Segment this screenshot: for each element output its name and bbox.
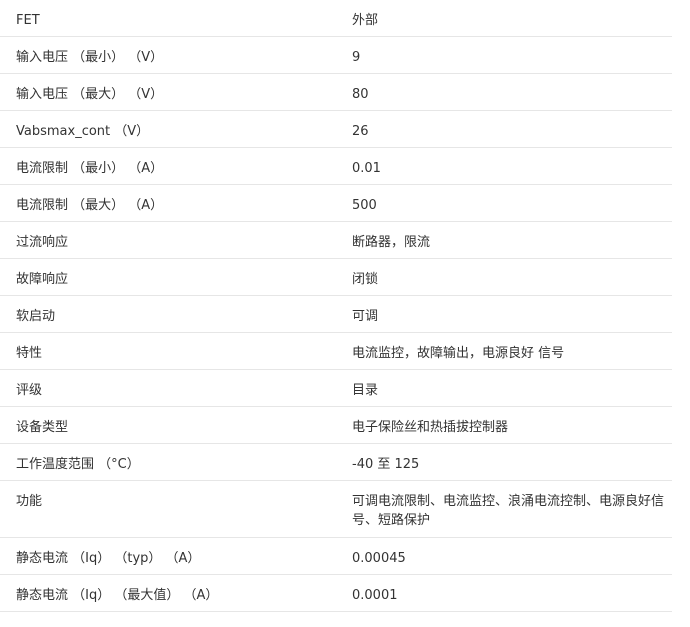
table-row: 设备类型 电子保险丝和热插拔控制器	[0, 407, 672, 444]
spec-value: 外部	[352, 13, 379, 28]
spec-label: 软启动	[16, 309, 56, 324]
spec-value: 可调电流限制、电流监控、浪涌电流控制、电源良好信号、短路保护	[352, 494, 665, 528]
table-row: Vabsmax_cont （V） 26	[0, 111, 672, 148]
table-row: 故障响应 闭锁	[0, 259, 672, 296]
spec-table: FET 外部 输入电压 （最小） （V） 9 输入电压 （最大） （V） 80 …	[0, 0, 672, 612]
table-row: 电流限制 （最小） （A） 0.01	[0, 148, 672, 185]
table-row: 输入电压 （最大） （V） 80	[0, 74, 672, 111]
table-row: 输入电压 （最小） （V） 9	[0, 37, 672, 74]
spec-value: 断路器，限流	[352, 235, 431, 250]
table-row: 软启动 可调	[0, 296, 672, 333]
spec-label: 静态电流 （Iq） （最大值） （A）	[16, 588, 219, 603]
table-row: 特性 电流监控，故障输出，电源良好 信号	[0, 333, 672, 370]
spec-value: 9	[352, 50, 361, 65]
spec-value: -40 至 125	[352, 457, 420, 472]
spec-value: 闭锁	[352, 272, 379, 287]
table-row: 静态电流 （Iq） （最大值） （A） 0.0001	[0, 575, 672, 612]
spec-label: 特性	[16, 346, 43, 361]
spec-label: 电流限制 （最大） （A）	[16, 198, 164, 213]
spec-label: 过流响应	[16, 235, 69, 250]
spec-label: 功能	[16, 494, 43, 509]
table-row: 工作温度范围 （°C） -40 至 125	[0, 444, 672, 481]
spec-label: 评级	[16, 383, 43, 398]
spec-label: FET	[16, 13, 40, 28]
table-row: 电流限制 （最大） （A） 500	[0, 185, 672, 222]
table-row: 过流响应 断路器，限流	[0, 222, 672, 259]
spec-value: 可调	[352, 309, 379, 324]
spec-label: Vabsmax_cont （V）	[16, 124, 150, 139]
spec-label: 工作温度范围 （°C）	[16, 457, 140, 472]
spec-label: 电流限制 （最小） （A）	[16, 161, 164, 176]
table-row: FET 外部	[0, 0, 672, 37]
spec-label: 设备类型	[16, 420, 69, 435]
spec-value: 0.01	[352, 161, 381, 176]
spec-label: 静态电流 （Iq） （typ） （A）	[16, 551, 201, 566]
spec-value: 电子保险丝和热插拔控制器	[352, 420, 509, 435]
spec-value: 80	[352, 87, 369, 102]
spec-value: 目录	[352, 383, 379, 398]
spec-value: 电流监控，故障输出，电源良好 信号	[352, 346, 565, 361]
spec-value: 26	[352, 124, 369, 139]
spec-label: 输入电压 （最小） （V）	[16, 50, 164, 65]
table-row: 静态电流 （Iq） （typ） （A） 0.00045	[0, 538, 672, 575]
spec-value: 500	[352, 198, 377, 213]
spec-value: 0.0001	[352, 588, 398, 603]
spec-label: 故障响应	[16, 272, 69, 287]
spec-label: 输入电压 （最大） （V）	[16, 87, 164, 102]
table-row: 功能 可调电流限制、电流监控、浪涌电流控制、电源良好信号、短路保护	[0, 481, 672, 538]
table-row: 评级 目录	[0, 370, 672, 407]
spec-value: 0.00045	[352, 551, 406, 566]
